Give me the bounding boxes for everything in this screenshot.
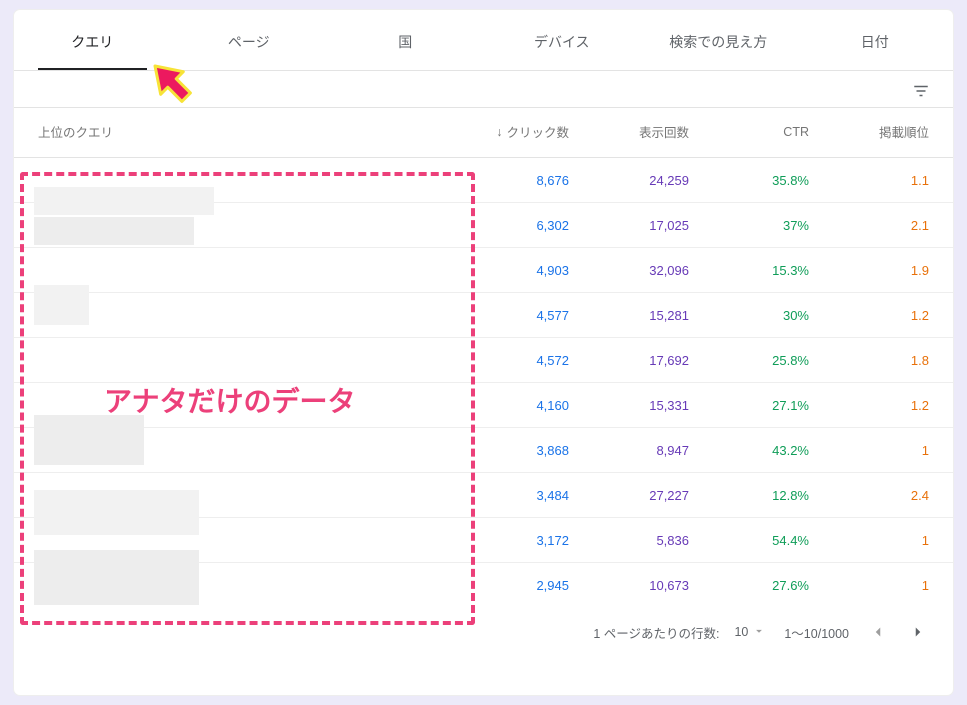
table-row[interactable]: 4,57217,69225.8%1.8 bbox=[14, 338, 953, 383]
rows-per-page-value: 10 bbox=[734, 625, 748, 639]
cell-ctr: 35.8% bbox=[689, 173, 809, 188]
cell-impressions: 24,259 bbox=[569, 173, 689, 188]
table-row[interactable]: 4,57715,28130%1.2 bbox=[14, 293, 953, 338]
next-page-button[interactable] bbox=[907, 621, 929, 643]
cell-query bbox=[38, 305, 449, 325]
cell-position: 2.4 bbox=[809, 488, 929, 503]
cell-ctr: 30% bbox=[689, 308, 809, 323]
cell-impressions: 15,331 bbox=[569, 398, 689, 413]
cell-position: 1.2 bbox=[809, 398, 929, 413]
dropdown-arrow-icon bbox=[752, 624, 766, 641]
censored-cell bbox=[34, 285, 89, 325]
cell-clicks: 4,160 bbox=[449, 398, 569, 413]
cell-position: 1.1 bbox=[809, 173, 929, 188]
cell-ctr: 27.1% bbox=[689, 398, 809, 413]
censored-cell bbox=[34, 415, 144, 465]
tab-2[interactable]: 国 bbox=[327, 10, 484, 70]
cell-impressions: 15,281 bbox=[569, 308, 689, 323]
cell-impressions: 17,692 bbox=[569, 353, 689, 368]
cell-impressions: 8,947 bbox=[569, 443, 689, 458]
column-header-impressions[interactable]: 表示回数 bbox=[569, 122, 689, 141]
tab-4[interactable]: 検索での見え方 bbox=[640, 10, 797, 70]
table-row[interactable]: 3,8688,94743.2%1 bbox=[14, 428, 953, 473]
filter-bar bbox=[14, 71, 953, 108]
censored-cell bbox=[34, 550, 199, 605]
filter-icon[interactable] bbox=[911, 81, 931, 101]
pagination-range: 1～10/1000 bbox=[784, 623, 849, 642]
censored-cell bbox=[34, 187, 214, 215]
cell-ctr: 15.3% bbox=[689, 263, 809, 278]
table-row[interactable]: 4,90332,09615.3%1.9 bbox=[14, 248, 953, 293]
cell-ctr: 25.8% bbox=[689, 353, 809, 368]
cell-clicks: 3,172 bbox=[449, 533, 569, 548]
table-row[interactable]: 4,16015,33127.1%1.2 bbox=[14, 383, 953, 428]
cell-clicks: 3,868 bbox=[449, 443, 569, 458]
cell-ctr: 37% bbox=[689, 218, 809, 233]
rows-per-page[interactable]: 1 ページあたりの行数: 10 bbox=[593, 623, 766, 642]
sort-arrow-down-icon: ↓ bbox=[496, 125, 502, 139]
cell-position: 1 bbox=[809, 533, 929, 548]
cell-query bbox=[38, 350, 449, 370]
cell-clicks: 2,945 bbox=[449, 578, 569, 593]
tab-1[interactable]: ページ bbox=[171, 10, 328, 70]
cell-clicks: 4,903 bbox=[449, 263, 569, 278]
cell-clicks: 8,676 bbox=[449, 173, 569, 188]
censored-cell bbox=[34, 490, 199, 535]
cell-clicks: 4,577 bbox=[449, 308, 569, 323]
cell-position: 1 bbox=[809, 578, 929, 593]
cell-impressions: 17,025 bbox=[569, 218, 689, 233]
cell-query bbox=[38, 260, 449, 280]
cell-position: 1 bbox=[809, 443, 929, 458]
cell-ctr: 27.6% bbox=[689, 578, 809, 593]
cell-clicks: 4,572 bbox=[449, 353, 569, 368]
cell-position: 1.8 bbox=[809, 353, 929, 368]
cell-position: 2.1 bbox=[809, 218, 929, 233]
column-header-query[interactable]: 上位のクエリ bbox=[38, 122, 449, 141]
report-card: クエリページ国デバイス検索での見え方日付 上位のクエリ ↓ クリック数 表示回数… bbox=[14, 10, 953, 695]
rows-per-page-label: 1 ページあたりの行数: bbox=[593, 623, 719, 642]
tab-3[interactable]: デバイス bbox=[484, 10, 641, 70]
prev-page-button[interactable] bbox=[867, 621, 889, 643]
column-header-ctr[interactable]: CTR bbox=[689, 125, 809, 139]
cell-query bbox=[38, 395, 449, 415]
cell-position: 1.9 bbox=[809, 263, 929, 278]
column-header-position[interactable]: 掲載順位 bbox=[809, 122, 929, 141]
censored-cell bbox=[34, 217, 194, 245]
cell-impressions: 5,836 bbox=[569, 533, 689, 548]
cell-impressions: 32,096 bbox=[569, 263, 689, 278]
cell-impressions: 27,227 bbox=[569, 488, 689, 503]
tab-5[interactable]: 日付 bbox=[797, 10, 954, 70]
tab-0[interactable]: クエリ bbox=[14, 10, 171, 70]
cell-ctr: 54.4% bbox=[689, 533, 809, 548]
cell-impressions: 10,673 bbox=[569, 578, 689, 593]
cell-clicks: 3,484 bbox=[449, 488, 569, 503]
table-header: 上位のクエリ ↓ クリック数 表示回数 CTR 掲載順位 bbox=[14, 108, 953, 158]
pagination: 1 ページあたりの行数: 10 1～10/1000 bbox=[14, 607, 953, 647]
cell-ctr: 12.8% bbox=[689, 488, 809, 503]
column-header-clicks[interactable]: ↓ クリック数 bbox=[449, 122, 569, 141]
tabs: クエリページ国デバイス検索での見え方日付 bbox=[14, 10, 953, 71]
cell-position: 1.2 bbox=[809, 308, 929, 323]
column-header-clicks-label: クリック数 bbox=[506, 122, 569, 141]
cell-clicks: 6,302 bbox=[449, 218, 569, 233]
cell-ctr: 43.2% bbox=[689, 443, 809, 458]
